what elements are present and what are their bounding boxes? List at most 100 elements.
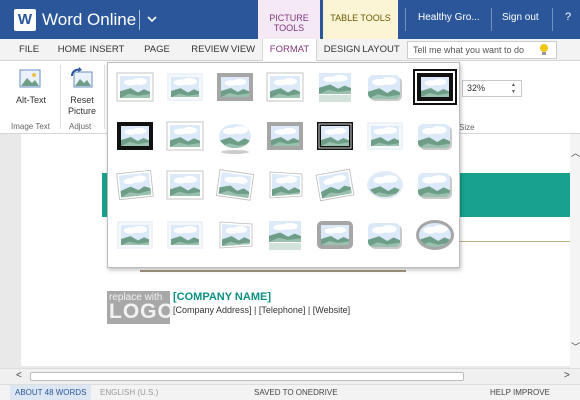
contact-line[interactable]: [Company Address] | [Telephone] | [Websi… — [173, 305, 350, 315]
picture-style-beveled-soft[interactable] — [361, 112, 409, 160]
picture-style-thumbnail-icon — [166, 121, 204, 151]
picture-style-thumbnail-icon — [266, 72, 304, 102]
scroll-right-icon[interactable]: > — [564, 370, 570, 381]
picture-style-rounded-shadow[interactable] — [361, 63, 409, 111]
picture-style-thumbnail-icon — [367, 171, 403, 199]
picture-style-thumbnail-icon — [416, 220, 454, 250]
picture-style-bevel-perspective[interactable] — [211, 211, 259, 259]
lightbulb-icon — [539, 43, 549, 56]
table-tools-label: TABLE TOOLS — [323, 0, 398, 39]
logo-placeholder[interactable]: replace with LOGO — [107, 291, 174, 324]
chevron-down-icon[interactable] — [146, 9, 160, 29]
logo-big-text: LOGO — [109, 300, 175, 323]
picture-style-rounded-glow[interactable] — [411, 112, 459, 160]
reset-picture-icon — [70, 67, 94, 91]
picture-style-metal-rounded[interactable] — [311, 211, 359, 259]
picture-style-thumbnail-icon — [367, 122, 403, 150]
picture-style-thick-black-frame[interactable] — [111, 112, 159, 160]
vertical-scrollbar[interactable]: ︿ ﹀ — [570, 134, 580, 368]
group-size-label: Size — [459, 123, 475, 132]
picture-style-simple-frame-white[interactable] — [111, 63, 159, 111]
picture-style-thumbnail-icon — [219, 221, 253, 249]
picture-style-plain[interactable] — [261, 63, 309, 111]
tab-design[interactable]: DESIGN — [323, 39, 361, 61]
picture-style-thick-gray-frame[interactable] — [211, 63, 259, 111]
picture-style-rotated-white-right[interactable] — [211, 161, 259, 209]
picture-style-thumbnail-icon — [413, 69, 457, 105]
picture-style-thumbnail-icon — [368, 75, 402, 101]
alt-text-button[interactable]: Alt-Text — [9, 65, 53, 123]
help-button[interactable]: ? — [565, 11, 571, 23]
picture-style-thumbnail-icon — [317, 221, 353, 249]
picture-style-metal-oval[interactable] — [411, 211, 459, 259]
tab-layout[interactable]: LAYOUT — [362, 39, 400, 61]
tab-home[interactable]: HOME — [56, 39, 88, 61]
tab-format[interactable]: FORMAT — [262, 39, 317, 62]
picture-style-thumbnail-icon — [219, 124, 251, 154]
picture-style-reflected[interactable] — [311, 63, 359, 111]
title-separator — [405, 8, 406, 31]
picture-style-beveled-top[interactable] — [161, 211, 209, 259]
tab-insert[interactable]: INSERT — [89, 39, 125, 61]
group-adjust-label: Adjust — [69, 122, 92, 131]
picture-style-soft-top[interactable] — [111, 211, 159, 259]
sign-out-link[interactable]: Sign out — [502, 12, 539, 23]
app-title[interactable]: Word Online — [42, 9, 136, 31]
picture-style-thumbnail-icon — [167, 73, 203, 101]
scroll-up-icon[interactable]: ︿ — [571, 146, 580, 159]
picture-style-thumbnail-icon — [418, 124, 452, 150]
picture-style-reflected-bevel[interactable] — [261, 211, 309, 259]
picture-style-black-frame[interactable] — [411, 63, 459, 111]
scale-value: 32% — [467, 83, 486, 93]
tell-me-search-input[interactable]: Tell me what you want to do — [407, 41, 557, 59]
title-bar: W Word Online PICTURE TOOLS TABLE TOOLS … — [0, 0, 580, 39]
word-count[interactable]: ABOUT 48 WORDS — [10, 385, 92, 400]
picture-style-shadow-rectangle[interactable] — [161, 112, 209, 160]
picture-style-thumbnail-icon — [269, 171, 303, 199]
picture-styles-gallery — [107, 62, 460, 268]
picture-style-oval[interactable] — [211, 112, 259, 160]
company-name[interactable]: [COMPANY NAME] — [173, 291, 271, 303]
tab-view[interactable]: VIEW — [229, 39, 257, 61]
title-separator — [552, 8, 553, 31]
picture-style-thumbnail-icon — [315, 168, 355, 202]
ribbon-tabs: FILE HOME INSERT PAGE LAYOUT REVIEW VIEW… — [0, 39, 580, 77]
picture-style-thumbnail-icon — [217, 73, 253, 101]
picture-style-thumbnail-icon — [117, 122, 153, 150]
picture-style-thumbnail-icon — [116, 72, 154, 102]
document-name[interactable]: Healthy Gro... — [418, 12, 480, 23]
picture-style-thumbnail-icon — [269, 221, 301, 250]
decorative-rule — [460, 241, 570, 242]
alt-text-icon — [19, 67, 43, 91]
picture-style-rounded-bevel-glow[interactable] — [361, 211, 409, 259]
save-status: SAVED TO ONEDRIVE — [254, 388, 338, 397]
word-logo-icon[interactable]: W — [14, 9, 36, 31]
reset-picture-button[interactable]: Reset Picture — [60, 65, 104, 123]
decorative-rule — [140, 270, 406, 272]
tab-page-layout[interactable]: PAGE LAYOUT — [125, 39, 189, 77]
picture-style-thumbnail-icon — [267, 122, 303, 150]
spin-down-icon[interactable]: ▼ — [511, 89, 519, 96]
picture-style-perspective-tilt[interactable] — [311, 161, 359, 209]
picture-style-drop-shadow[interactable] — [161, 161, 209, 209]
picture-style-rounded-diagonal[interactable] — [411, 161, 459, 209]
picture-style-metal-frame[interactable] — [261, 112, 309, 160]
picture-style-rotated-white-left[interactable] — [111, 161, 159, 209]
help-improve-link[interactable]: HELP IMPROVE OFFICE — [490, 385, 580, 400]
picture-style-oval-glow[interactable] — [361, 161, 409, 209]
picture-tools-label: PICTURE TOOLS — [258, 0, 320, 39]
picture-style-thumbnail-icon — [167, 221, 203, 249]
scroll-left-icon[interactable]: < — [16, 370, 22, 381]
picture-style-soft-edge[interactable] — [161, 63, 209, 111]
spin-up-icon[interactable]: ▲ — [511, 82, 519, 89]
scale-spinner[interactable]: 32% ▲ ▼ — [462, 80, 522, 97]
picture-style-perspective-white[interactable] — [261, 161, 309, 209]
picture-style-black-double-frame[interactable] — [311, 112, 359, 160]
horizontal-scroll-thumb[interactable] — [30, 372, 464, 381]
tab-file[interactable]: FILE — [14, 39, 44, 61]
horizontal-scrollbar[interactable]: < > — [0, 368, 580, 384]
picture-style-thumbnail-icon — [117, 221, 153, 249]
tab-review[interactable]: REVIEW — [191, 39, 229, 61]
scroll-down-icon[interactable]: ﹀ — [571, 340, 580, 353]
status-bar: ABOUT 48 WORDS ENGLISH (U.S.) SAVED TO O… — [0, 384, 580, 400]
